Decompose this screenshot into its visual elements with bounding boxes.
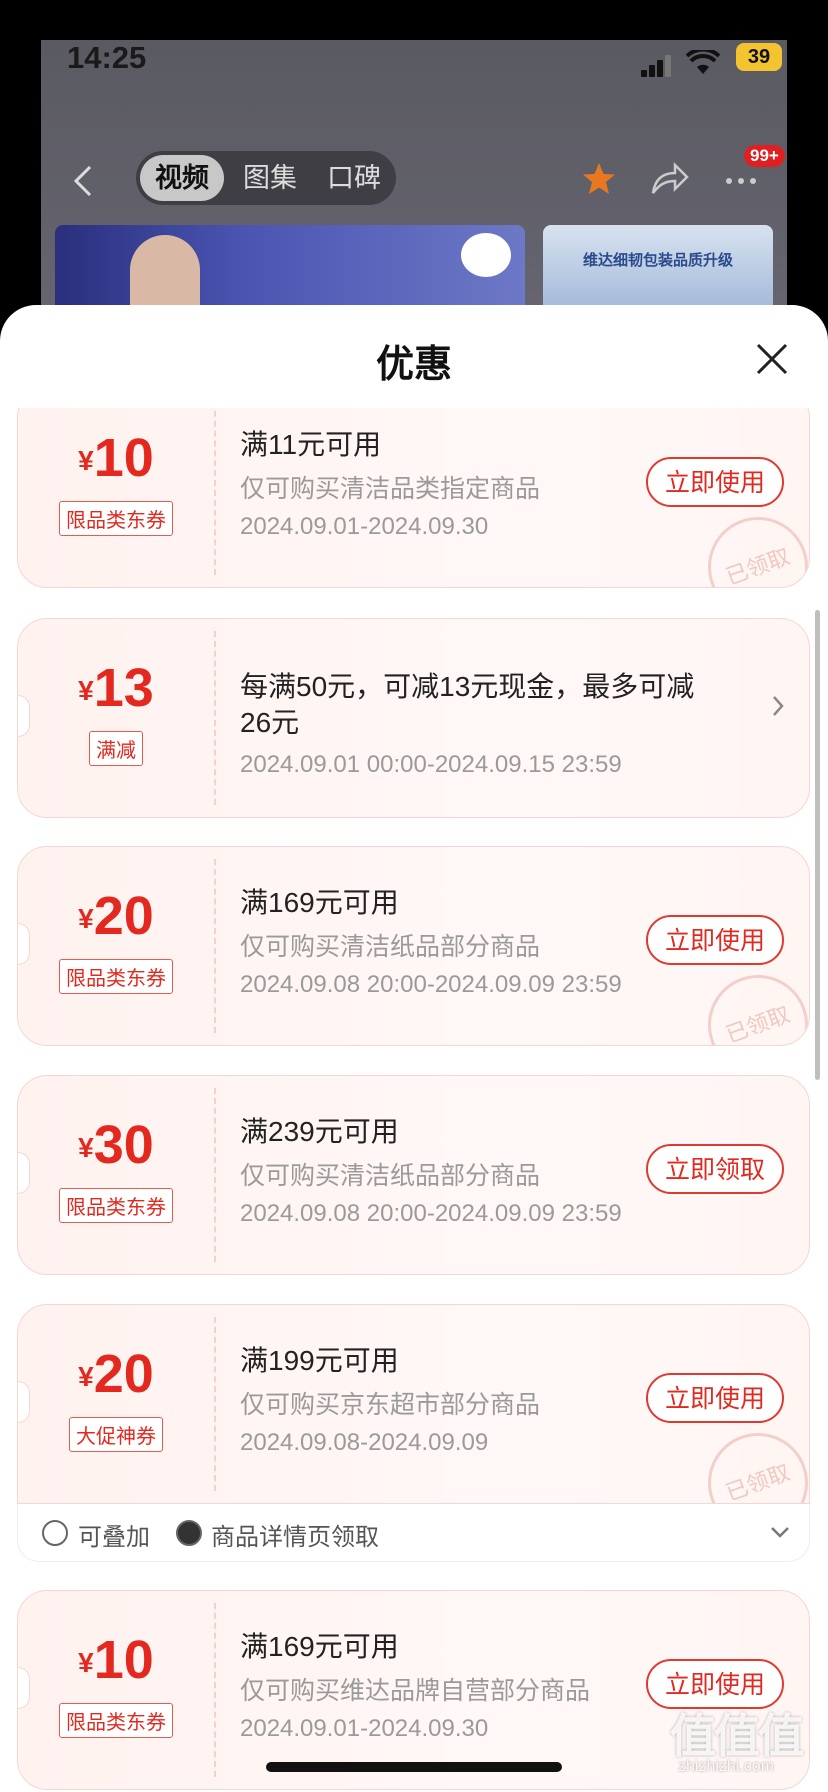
stackable-label: 可叠加 — [78, 1524, 150, 1551]
coupon-amount: ¥20 — [78, 886, 154, 946]
coupon-condition: 满169元可用 — [240, 1631, 399, 1662]
sheet-title: 优惠 — [375, 344, 452, 386]
tab-video[interactable]: 视频 — [140, 155, 224, 201]
use-now-button[interactable]: 立即使用 — [646, 1373, 784, 1423]
scrollbar[interactable] — [815, 610, 820, 1080]
coupon-card: ¥20 大促神券 满199元可用 仅可购买京东超市部分商品 2024.09.08… — [17, 1304, 810, 1504]
back-icon[interactable] — [66, 163, 102, 199]
coupon-scope: 仅可购买京东超市部分商品 — [240, 1391, 541, 1419]
claimed-stamp: 已领取 — [693, 960, 809, 1045]
claim-now-button[interactable]: 立即领取 — [646, 1144, 784, 1194]
coupon-tag: 限品类东券 — [18, 1188, 214, 1223]
spokesperson-image — [120, 230, 210, 315]
coupon-condition: 满169元可用 — [240, 887, 399, 918]
coupon-tag: 限品类东券 — [18, 959, 214, 994]
wifi-icon — [686, 50, 720, 74]
claimed-stamp: 已领取 — [693, 1418, 809, 1503]
status-time: 14:25 — [67, 40, 147, 75]
share-icon[interactable] — [649, 161, 689, 197]
coupon-validity: 2024.09.08 20:00-2024.09.09 23:59 — [240, 1200, 622, 1227]
coupon-scope: 仅可购买维达品牌自营部分商品 — [240, 1677, 591, 1705]
use-now-button[interactable]: 立即使用 — [646, 915, 784, 965]
coupon-card: ¥30 限品类东券 满239元可用 仅可购买清洁纸品部分商品 2024.09.0… — [17, 1075, 810, 1275]
coupon-tag: 限品类东券 — [18, 501, 214, 536]
chevron-right-icon[interactable] — [768, 691, 788, 721]
banner-text: 维达细韧包装品质升级 — [582, 252, 733, 269]
source-label: 商品详情页领取 — [211, 1524, 379, 1551]
tab-reviews[interactable]: 口碑 — [312, 151, 396, 205]
coupon-condition: 满199元可用 — [240, 1345, 399, 1376]
notification-badge: 99+ — [744, 145, 785, 167]
coupon-condition: 满11元可用 — [240, 429, 382, 460]
coupon-amount: ¥20 — [78, 1344, 154, 1404]
coupon-card: ¥20 限品类东券 满169元可用 仅可购买清洁纸品部分商品 2024.09.0… — [17, 846, 810, 1046]
coupon-condition: 满239元可用 — [240, 1116, 399, 1147]
coupon-tag: 满减 — [18, 731, 214, 766]
brand-logo — [461, 233, 511, 277]
source-icon — [176, 1520, 202, 1546]
coupon-validity: 2024.09.01-2024.09.30 — [240, 1715, 489, 1742]
stackable-icon — [42, 1520, 68, 1546]
coupon-scope: 仅可购买清洁纸品部分商品 — [240, 933, 541, 961]
coupon-sheet: 优惠 ¥10 限品类东券 满11元可用 仅可购买清洁品类指定商品 2024.09… — [0, 305, 828, 1792]
coupon-condition: 每满50元，可减13元现金，最多可减 — [240, 671, 695, 702]
signal-icon — [641, 55, 673, 77]
watermark-site: zhizhizhi.com — [678, 1758, 775, 1775]
home-indicator[interactable] — [266, 1762, 562, 1772]
coupon-list[interactable]: ¥10 限品类东券 满11元可用 仅可购买清洁品类指定商品 2024.09.01… — [0, 408, 828, 1792]
coupon-card: ¥10 限品类东券 满11元可用 仅可购买清洁品类指定商品 2024.09.01… — [17, 408, 810, 588]
coupon-tag: 限品类东券 — [18, 1703, 214, 1738]
coupon-condition-cont: 26元 — [240, 707, 300, 738]
coupon-tag: 大促神券 — [18, 1417, 214, 1452]
use-now-button[interactable]: 立即使用 — [646, 457, 784, 507]
claimed-stamp: 已领取 — [693, 502, 809, 587]
close-icon[interactable] — [755, 342, 789, 376]
tab-gallery[interactable]: 图集 — [228, 151, 312, 205]
media-tab-switch: 视频 图集 口碑 — [136, 151, 396, 205]
more-icon[interactable] — [721, 161, 771, 201]
coupon-validity: 2024.09.01 00:00-2024.09.15 23:59 — [240, 751, 622, 778]
coupon-validity: 2024.09.08-2024.09.09 — [240, 1429, 489, 1456]
battery-indicator: 39 — [736, 43, 782, 71]
coupon-validity: 2024.09.08 20:00-2024.09.09 23:59 — [240, 971, 622, 998]
coupon-scope: 仅可购买清洁品类指定商品 — [240, 475, 541, 503]
coupon-card[interactable]: ¥13 满减 每满50元，可减13元现金，最多可减 26元 2024.09.01… — [17, 618, 810, 818]
watermark-logo: 值值值 — [670, 1710, 804, 1762]
promo-banner-video[interactable] — [55, 225, 525, 315]
coupon-extra-info[interactable]: 可叠加 商品详情页领取 — [17, 1504, 810, 1562]
status-bar: 14:25 39 — [41, 40, 787, 96]
chevron-down-icon[interactable] — [768, 1524, 792, 1540]
promo-banner-quality[interactable]: 维达细韧包装品质升级 — [543, 225, 773, 315]
coupon-scope: 仅可购买清洁纸品部分商品 — [240, 1162, 541, 1190]
coupon-amount: ¥10 — [78, 428, 154, 488]
coupon-amount: ¥30 — [78, 1115, 154, 1175]
coupon-validity: 2024.09.01-2024.09.30 — [240, 513, 489, 540]
favorite-star-icon[interactable] — [581, 161, 617, 197]
top-nav: 视频 图集 口碑 99+ — [41, 145, 787, 215]
coupon-amount: ¥13 — [78, 658, 154, 718]
coupon-amount: ¥10 — [78, 1630, 154, 1690]
